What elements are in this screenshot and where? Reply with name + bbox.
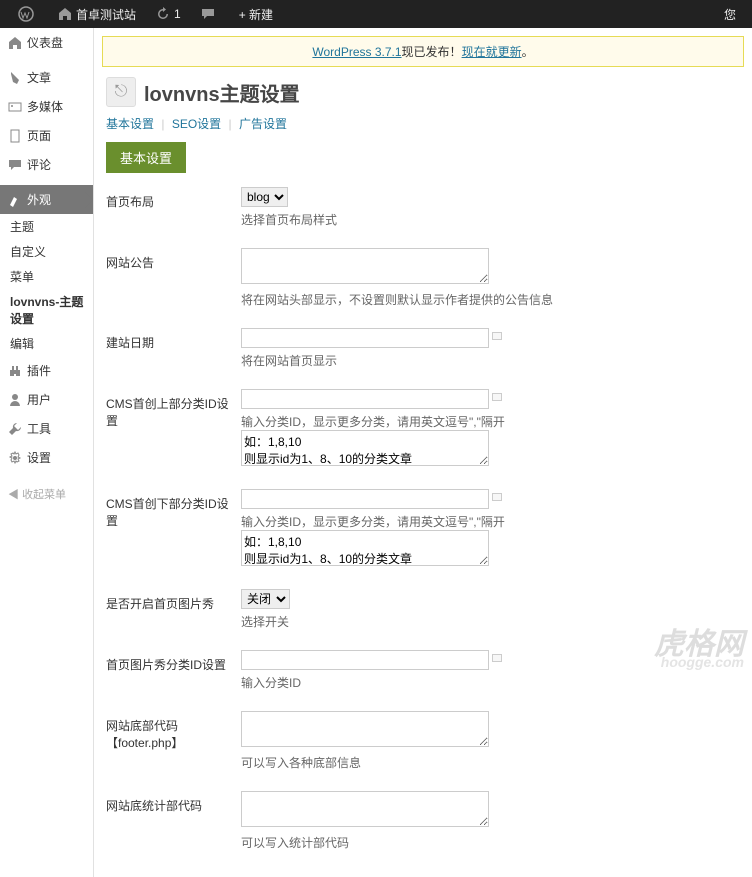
cms-bottom-input[interactable] bbox=[241, 489, 489, 509]
settings-tabs: 基本设置 | SEO设置 | 广告设置 bbox=[106, 115, 740, 132]
section-header: 基本设置 bbox=[106, 142, 186, 173]
menu-plugins[interactable]: 插件 bbox=[0, 356, 93, 385]
cms-bottom-tip: 输入分类ID，显示更多分类，请用英文逗号","隔开 bbox=[241, 513, 740, 530]
collapse-menu[interactable]: ◀ 收起菜单 bbox=[0, 478, 93, 510]
tab-ad[interactable]: 广告设置 bbox=[239, 117, 287, 131]
footer-textarea[interactable] bbox=[241, 711, 489, 747]
announce-help: 将在网站头部显示，不设置则默认显示作者提供的公告信息 bbox=[241, 291, 740, 308]
refresh[interactable]: 1 bbox=[146, 0, 191, 28]
footer-label: 网站底部代码【footer.php】 bbox=[106, 707, 241, 787]
slideshow-label: 是否开启首页图片秀 bbox=[106, 585, 241, 646]
build-date-label: 建站日期 bbox=[106, 324, 241, 385]
admin-sidebar: 仪表盘 文章 多媒体 页面 评论 外观 主题 自定义 菜单 lovnvns-主题… bbox=[0, 28, 94, 877]
menu-pages[interactable]: 页面 bbox=[0, 121, 93, 150]
layout-label: 首页布局 bbox=[106, 183, 241, 244]
stats-help: 可以写入统计部代码 bbox=[241, 834, 740, 851]
site-name[interactable]: 首卓测试站 bbox=[48, 0, 146, 28]
cms-bottom-label: CMS首创下部分类ID设置 bbox=[106, 485, 241, 585]
menu-comments[interactable]: 评论 bbox=[0, 150, 93, 179]
appearance-submenu: 主题 自定义 菜单 lovnvns-主题设置 编辑 bbox=[0, 214, 93, 356]
cms-top-example[interactable]: 如：1,8,10 则显示id为1、8、10的分类文章 bbox=[241, 430, 489, 466]
submenu-themes[interactable]: 主题 bbox=[0, 214, 93, 239]
footer-help: 可以写入各种底部信息 bbox=[241, 754, 740, 771]
submenu-customize[interactable]: 自定义 bbox=[0, 239, 93, 264]
greeting[interactable]: 您 bbox=[724, 6, 744, 23]
resize-handle-icon[interactable] bbox=[492, 393, 502, 401]
slide-cat-label: 首页图片秀分类ID设置 bbox=[106, 646, 241, 707]
resize-handle-icon[interactable] bbox=[492, 654, 502, 662]
announce-label: 网站公告 bbox=[106, 244, 241, 324]
page-title-icon: ⎋ bbox=[106, 77, 136, 107]
refresh-count: 1 bbox=[174, 7, 181, 21]
settings-form: 首页布局 blog 选择首页布局样式 网站公告 将在网站头部显示，不设置则默认显… bbox=[106, 183, 740, 867]
menu-posts[interactable]: 文章 bbox=[0, 63, 93, 92]
admin-bar: 首卓测试站 1 + 新建 您 bbox=[0, 0, 752, 28]
stats-textarea[interactable] bbox=[241, 791, 489, 827]
new-content[interactable]: + 新建 bbox=[229, 0, 283, 28]
update-notice: WordPress 3.7.1现已发布！现在就更新。 bbox=[102, 36, 744, 67]
build-date-input[interactable] bbox=[241, 328, 489, 348]
cms-top-input[interactable] bbox=[241, 389, 489, 409]
slide-cat-input[interactable] bbox=[241, 650, 489, 670]
stats-label: 网站底统计部代码 bbox=[106, 787, 241, 867]
submenu-menus[interactable]: 菜单 bbox=[0, 264, 93, 289]
build-date-help: 将在网站首页显示 bbox=[241, 352, 740, 369]
cms-top-tip: 输入分类ID，显示更多分类，请用英文逗号","隔开 bbox=[241, 413, 740, 430]
tab-basic[interactable]: 基本设置 bbox=[106, 117, 154, 131]
menu-settings[interactable]: 设置 bbox=[0, 443, 93, 472]
menu-media[interactable]: 多媒体 bbox=[0, 92, 93, 121]
menu-dashboard[interactable]: 仪表盘 bbox=[0, 28, 93, 57]
resize-handle-icon[interactable] bbox=[492, 493, 502, 501]
comments-bubble[interactable] bbox=[191, 0, 229, 28]
page-title: lovnvns主题设置 bbox=[144, 78, 300, 107]
layout-select[interactable]: blog bbox=[241, 187, 288, 207]
update-now-link[interactable]: 现在就更新 bbox=[462, 45, 522, 59]
watermark: 虎格网 hoogge.com bbox=[654, 632, 744, 669]
submenu-editor[interactable]: 编辑 bbox=[0, 331, 93, 356]
menu-users[interactable]: 用户 bbox=[0, 385, 93, 414]
resize-handle-icon[interactable] bbox=[492, 332, 502, 340]
announce-textarea[interactable] bbox=[241, 248, 489, 284]
slide-cat-help: 输入分类ID bbox=[241, 674, 740, 691]
wp-version-link[interactable]: WordPress 3.7.1 bbox=[312, 45, 401, 59]
menu-tools[interactable]: 工具 bbox=[0, 414, 93, 443]
new-label: + 新建 bbox=[239, 6, 273, 23]
submenu-theme-settings[interactable]: lovnvns-主题设置 bbox=[0, 289, 93, 331]
site-name-text: 首卓测试站 bbox=[76, 6, 136, 23]
wp-logo[interactable] bbox=[8, 0, 48, 28]
layout-help: 选择首页布局样式 bbox=[241, 211, 740, 228]
content-area: WordPress 3.7.1现已发布！现在就更新。 ⎋ lovnvns主题设置… bbox=[94, 28, 752, 877]
cms-top-label: CMS首创上部分类ID设置 bbox=[106, 385, 241, 485]
slideshow-select[interactable]: 关闭 bbox=[241, 589, 290, 609]
tab-seo[interactable]: SEO设置 bbox=[172, 117, 221, 131]
menu-appearance[interactable]: 外观 bbox=[0, 185, 93, 214]
cms-bottom-example[interactable]: 如：1,8,10 则显示id为1、8、10的分类文章 bbox=[241, 530, 489, 566]
